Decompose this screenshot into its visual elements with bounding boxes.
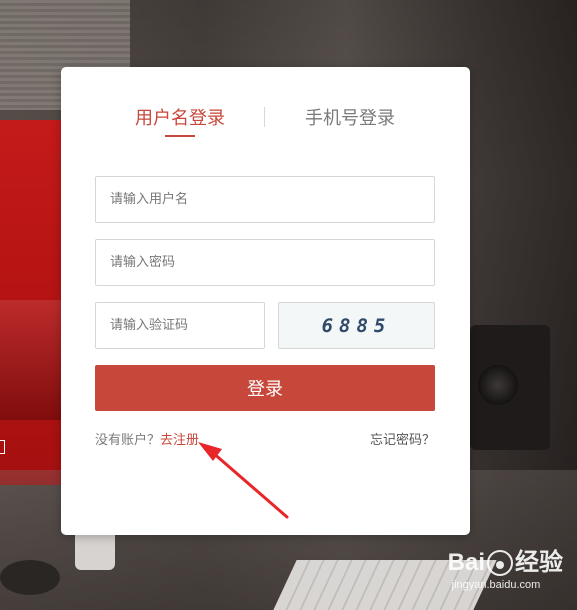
watermark-logo-text: Bai	[447, 549, 485, 576]
username-field	[95, 176, 435, 223]
background-mousepad	[0, 560, 60, 595]
baidu-jingyan-watermark: Bai 经验 jingyan.baidu.com	[448, 549, 563, 591]
watermark-logo-suffix: 经验	[515, 549, 563, 576]
tab-divider	[264, 107, 265, 127]
register-prompt: 没有账户？去注册	[95, 429, 199, 448]
login-tabs: 用户名登录 手机号登录	[61, 67, 470, 147]
captcha-text: 6885	[321, 314, 392, 337]
captcha-image[interactable]: 6885	[278, 302, 435, 349]
no-account-text: 没有账户？	[95, 433, 161, 448]
tab-phone-login[interactable]: 手机号登录	[305, 107, 395, 131]
tab-username-login[interactable]: 用户名登录	[135, 107, 225, 131]
watermark-url: jingyan.baidu.com	[451, 579, 541, 591]
background-edge-mark	[0, 440, 5, 454]
captcha-field	[95, 302, 265, 349]
username-input[interactable]	[96, 177, 434, 222]
active-tab-indicator	[165, 135, 195, 137]
background-speaker	[470, 325, 550, 450]
password-input[interactable]	[96, 240, 434, 285]
captcha-input[interactable]	[96, 303, 264, 348]
password-field	[95, 239, 435, 286]
speaker-cone	[478, 365, 518, 405]
paw-icon	[487, 550, 513, 576]
forgot-password-link[interactable]: 忘记密码？	[370, 429, 435, 448]
login-card: 用户名登录 手机号登录 6885 登录 没有账户？去注册 忘记密码？	[61, 67, 470, 535]
watermark-logo: Bai 经验	[448, 549, 563, 577]
login-button[interactable]: 登录	[95, 365, 435, 411]
register-link[interactable]: 去注册	[160, 433, 199, 448]
